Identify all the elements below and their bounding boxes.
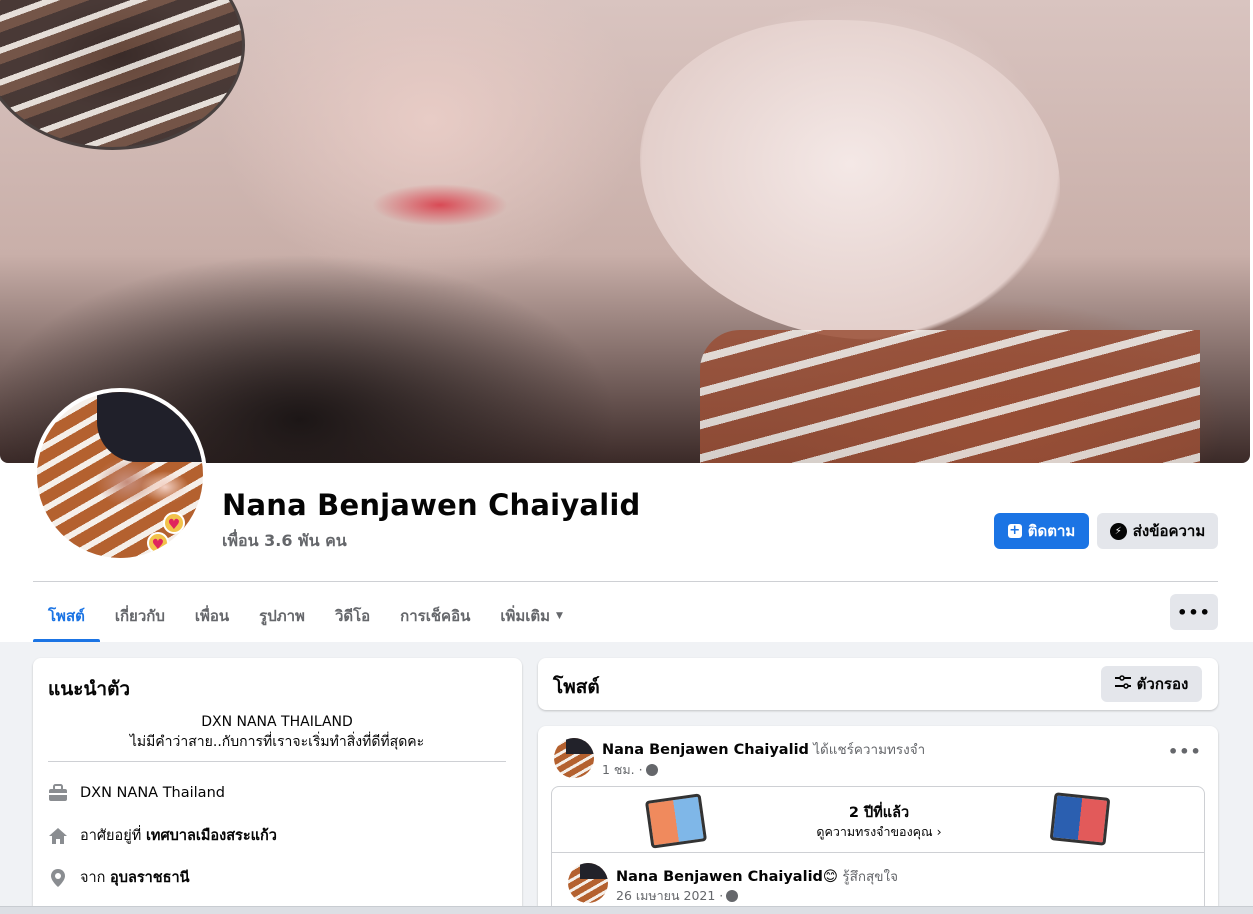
follow-label: ติดตาม [1027, 522, 1076, 540]
post-author-name[interactable]: Nana Benjawen Chaiyalid [602, 742, 809, 758]
bio-divider [48, 761, 506, 762]
bio-line: DXN NANA THAILAND [201, 714, 353, 730]
bio-line: ไม่มีคำว่าสาย..กับการที่เราจะเริ่มทำสิ่ง… [129, 734, 425, 750]
globe-icon [645, 764, 658, 776]
profile-tabs: โพสต์ เกี่ยวกับ เพื่อน รูปภาพ วิดีโอ การ… [33, 590, 578, 642]
memory-divider [552, 852, 1204, 853]
messenger-icon: ⚡ [1109, 522, 1127, 540]
memory-box: 2 ปีที่แล้ว ดูความทรงจำของคุณ › Nana Ben… [551, 786, 1205, 914]
cover-sunglasses [0, 0, 245, 150]
follow-icon: + [1007, 523, 1022, 538]
post-header: Nana Benjawen Chaiyalid ได้แชร์ความทรงจำ [602, 738, 925, 760]
more-options-button[interactable]: ••• [1170, 594, 1218, 630]
post-action: ได้แชร์ความทรงจำ [808, 742, 926, 758]
memory-sticker-right [1049, 792, 1111, 846]
intro-title: แนะนำตัว [48, 678, 131, 700]
profile-avatar[interactable]: ♥ ♥ [33, 388, 207, 562]
cover-hand [640, 20, 1060, 340]
tab-more[interactable]: เพิ่มเติม ▼ [485, 590, 578, 642]
tab-friends[interactable]: เพื่อน [180, 590, 244, 642]
location-pin-icon [48, 868, 68, 888]
posts-title: โพสต์ [553, 676, 600, 698]
posts-header-card: โพสต์ ตัวกรอง [538, 658, 1218, 710]
work-row: DXN NANA Thailand [48, 783, 225, 803]
filter-button[interactable]: ตัวกรอง [1101, 666, 1202, 702]
chevron-right-icon: › [936, 824, 942, 839]
tab-checkins[interactable]: การเช็คอิน [385, 590, 485, 642]
lives-text: อาศัยอยู่ที่ เทศบาลเมืองสระแก้ว [80, 828, 277, 844]
from-row: จาก อุบลราชธานี [48, 866, 190, 889]
home-icon [48, 826, 68, 846]
header-divider [33, 581, 1218, 582]
follow-button[interactable]: + ติดตาม [994, 513, 1089, 549]
post-time[interactable]: 1 ชม. · [602, 760, 643, 780]
tab-videos[interactable]: วิดีโอ [320, 590, 385, 642]
lives-place[interactable]: เทศบาลเมืองสระแก้ว [146, 828, 277, 844]
avatar-image: ♥ ♥ [37, 392, 203, 558]
caret-down-icon: ▼ [556, 611, 563, 621]
message-label: ส่งข้อความ [1132, 522, 1206, 540]
filter-icon [1114, 675, 1131, 693]
friends-count[interactable]: เพื่อน 3.6 พัน คน [222, 529, 347, 554]
globe-icon [726, 890, 739, 902]
briefcase-icon [48, 783, 68, 803]
profile-name: Nana Benjawen Chaiyalid [222, 488, 641, 522]
shared-post-header: Nana Benjawen Chaiyalid😊 รู้สึกสุขใจ [616, 865, 898, 887]
post-meta: 1 ชม. · [602, 760, 658, 780]
bio: DXN NANA THAILAND ไม่มีคำว่าสาย..กับการท… [48, 712, 506, 752]
filter-label: ตัวกรอง [1136, 675, 1189, 693]
tab-photos[interactable]: รูปภาพ [244, 590, 320, 642]
cover-shirt [700, 330, 1200, 463]
heart-icon: ♥ [147, 532, 169, 554]
shared-post-date[interactable]: 26 เมษายน 2021 · [616, 886, 723, 906]
intro-card: แนะนำตัว DXN NANA THAILAND ไม่มีคำว่าสาย… [33, 658, 522, 914]
shared-post-meta: 26 เมษายน 2021 · [616, 886, 739, 906]
post-author-avatar[interactable] [554, 738, 594, 778]
memory-banner[interactable]: 2 ปีที่แล้ว ดูความทรงจำของคุณ › [552, 787, 1204, 852]
profile-header: ♥ ♥ Nana Benjawen Chaiyalid เพื่อน 3.6 พ… [0, 0, 1253, 642]
message-button[interactable]: ⚡ ส่งข้อความ [1097, 513, 1218, 549]
post-card: Nana Benjawen Chaiyalid ได้แชร์ความทรงจำ… [538, 726, 1218, 914]
work-text[interactable]: DXN NANA Thailand [80, 785, 225, 801]
shared-author-name[interactable]: Nana Benjawen Chaiyalid [616, 869, 823, 885]
bottom-taskbar [0, 906, 1253, 914]
from-place[interactable]: อุบลราชธานี [110, 870, 189, 886]
shared-feeling: รู้สึกสุขใจ [838, 869, 898, 885]
post-options-button[interactable]: ••• [1168, 742, 1202, 761]
shared-author-avatar[interactable] [568, 863, 608, 903]
lives-row: อาศัยอยู่ที่ เทศบาลเมืองสระแก้ว [48, 824, 277, 847]
smile-emoji-icon: 😊 [822, 869, 839, 885]
tab-about[interactable]: เกี่ยวกับ [100, 590, 180, 642]
heart-icon: ♥ [163, 512, 185, 534]
from-text: จาก อุบลราชธานี [80, 870, 190, 886]
tab-posts[interactable]: โพสต์ [33, 590, 100, 642]
